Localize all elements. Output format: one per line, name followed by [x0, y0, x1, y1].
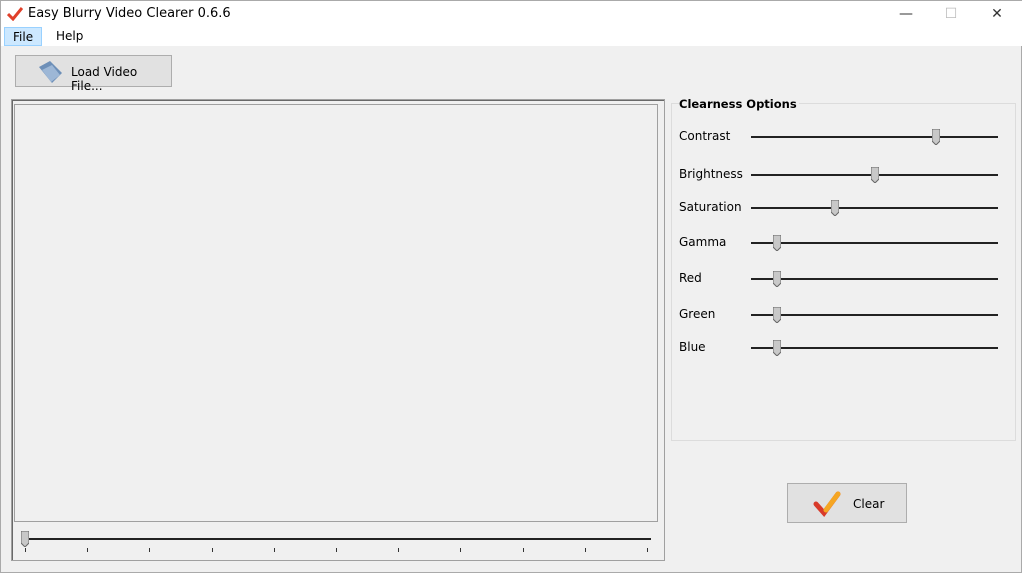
- folder-icon: [39, 61, 62, 83]
- blue-label: Blue: [679, 340, 706, 354]
- clear-label: Clear: [853, 497, 885, 511]
- saturation-slider-thumb[interactable]: [830, 200, 839, 216]
- timeline-tick: [584, 548, 586, 552]
- green-slider[interactable]: [751, 314, 998, 316]
- load-video-button[interactable]: Load Video File...: [15, 55, 172, 93]
- gamma-slider[interactable]: [751, 242, 998, 244]
- red-label: Red: [679, 271, 702, 285]
- load-video-label: Load Video File...: [71, 65, 138, 93]
- green-label: Green: [679, 307, 716, 321]
- timeline-tick: [647, 548, 648, 552]
- timeline-tick: [273, 548, 275, 552]
- gamma-label: Gamma: [679, 235, 727, 249]
- brightness-slider-thumb[interactable]: [870, 167, 879, 183]
- timeline-tick: [149, 548, 151, 552]
- green-slider-thumb[interactable]: [772, 307, 781, 323]
- blue-slider-thumb[interactable]: [772, 340, 781, 356]
- checkmark-icon: [813, 491, 841, 517]
- red-slider[interactable]: [751, 278, 998, 280]
- saturation-slider[interactable]: [751, 207, 998, 209]
- timeline-tick: [522, 548, 524, 552]
- contrast-label: Contrast: [679, 129, 731, 143]
- menu-bar: File Help: [1, 27, 1022, 46]
- video-preview: [14, 104, 658, 522]
- minimize-button[interactable]: —: [883, 3, 929, 25]
- window-title: Easy Blurry Video Clearer 0.6.6: [28, 6, 231, 21]
- contrast-slider-thumb[interactable]: [932, 129, 941, 145]
- menu-help[interactable]: Help: [48, 27, 91, 46]
- close-button[interactable]: ✕: [974, 3, 1020, 25]
- clearness-options-title: Clearness Options: [679, 97, 799, 111]
- timeline-tick: [87, 548, 89, 552]
- clear-button[interactable]: Clear: [787, 483, 907, 523]
- brightness-label: Brightness: [679, 167, 743, 181]
- gamma-slider-thumb[interactable]: [772, 235, 781, 251]
- saturation-label: Saturation: [679, 200, 742, 214]
- blue-slider[interactable]: [751, 347, 998, 349]
- timeline-tick: [336, 548, 337, 552]
- maximize-button[interactable]: ☐: [928, 3, 974, 25]
- title-bar: Easy Blurry Video Clearer 0.6.6 — ☐ ✕: [1, 1, 1022, 27]
- timeline-tick: [460, 548, 462, 552]
- red-slider-thumb[interactable]: [772, 271, 781, 287]
- timeline-tick: [398, 548, 400, 552]
- checkmark-app-icon: [7, 7, 23, 21]
- contrast-slider[interactable]: [751, 136, 998, 138]
- timeline-tick: [25, 548, 26, 552]
- timeline-tick: [211, 548, 213, 552]
- clearness-options-panel: [671, 103, 1016, 441]
- timeline-track[interactable]: [25, 538, 651, 540]
- menu-file[interactable]: File: [4, 27, 43, 46]
- timeline-thumb[interactable]: [21, 531, 29, 547]
